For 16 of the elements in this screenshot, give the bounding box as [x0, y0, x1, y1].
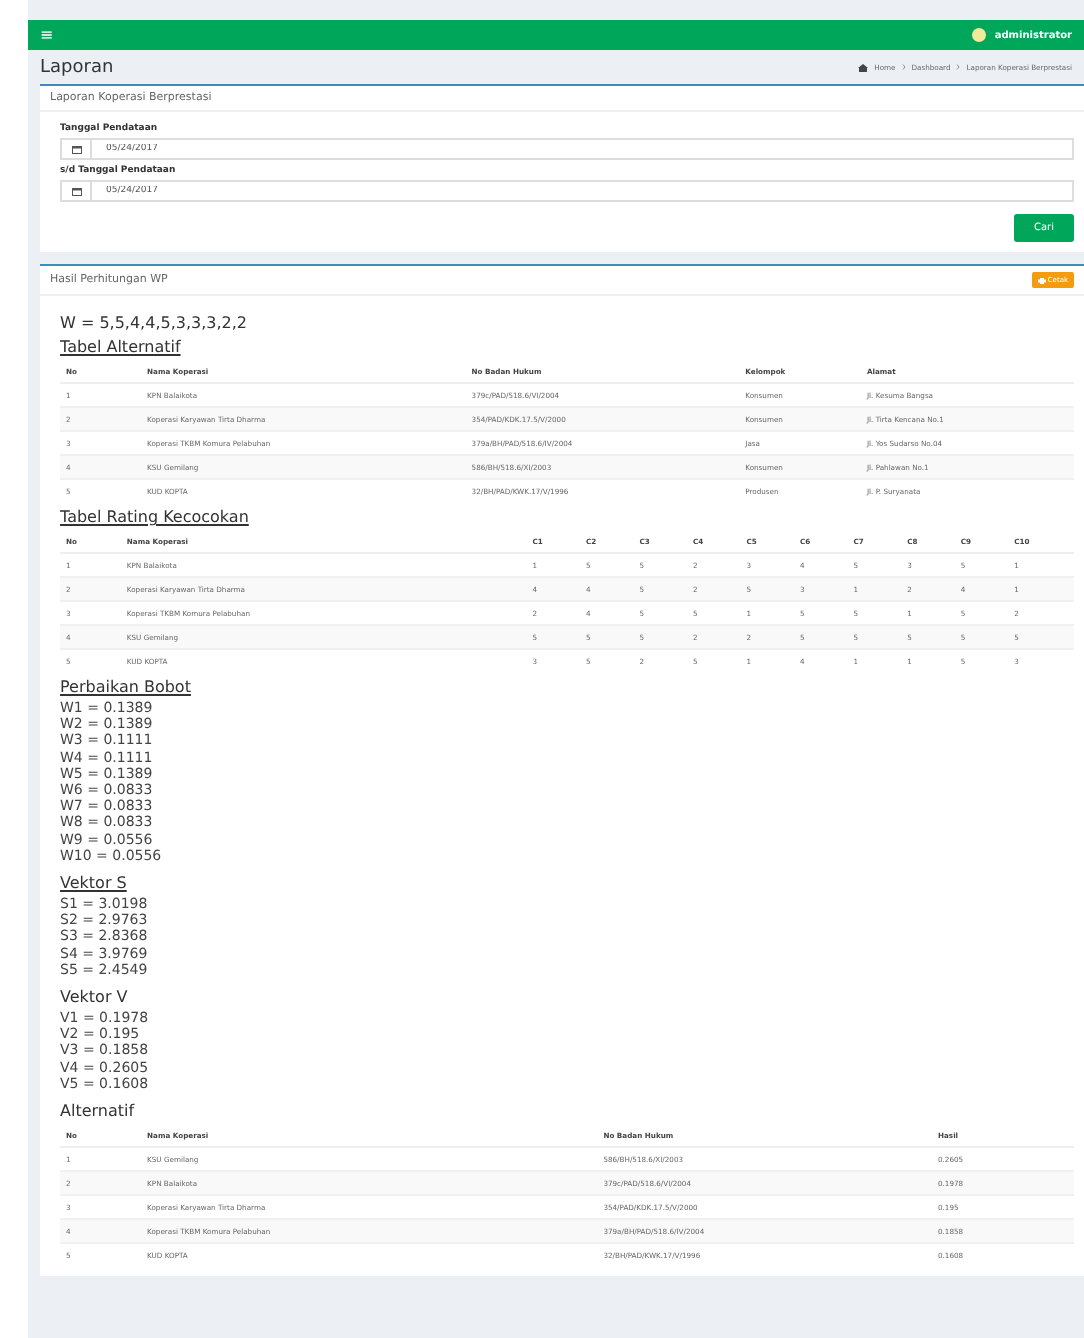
calendar-icon: [71, 187, 81, 195]
section-heading: Perbaikan Bobot: [60, 678, 191, 696]
print-icon: [1037, 277, 1046, 283]
avatar-icon: [972, 28, 987, 42]
chevron-icon: [956, 64, 961, 70]
calendar-icon: [71, 145, 81, 153]
menu-icon[interactable]: ≡: [40, 27, 54, 43]
section-heading: Tabel Rating Kecocokan: [60, 508, 249, 526]
page-title: Laporan: [40, 57, 114, 77]
weights-text: W = 5,5,4,4,5,3,3,3,2,2: [60, 314, 249, 332]
section-heading: Vektor S: [60, 874, 127, 893]
section-heading: Vektor V: [60, 988, 128, 1007]
section-heading: Tabel Alternatif: [60, 338, 181, 356]
dashboard-icon: [858, 63, 869, 71]
section-heading: Alternatif: [60, 1102, 135, 1121]
chevron-icon: [901, 64, 906, 70]
